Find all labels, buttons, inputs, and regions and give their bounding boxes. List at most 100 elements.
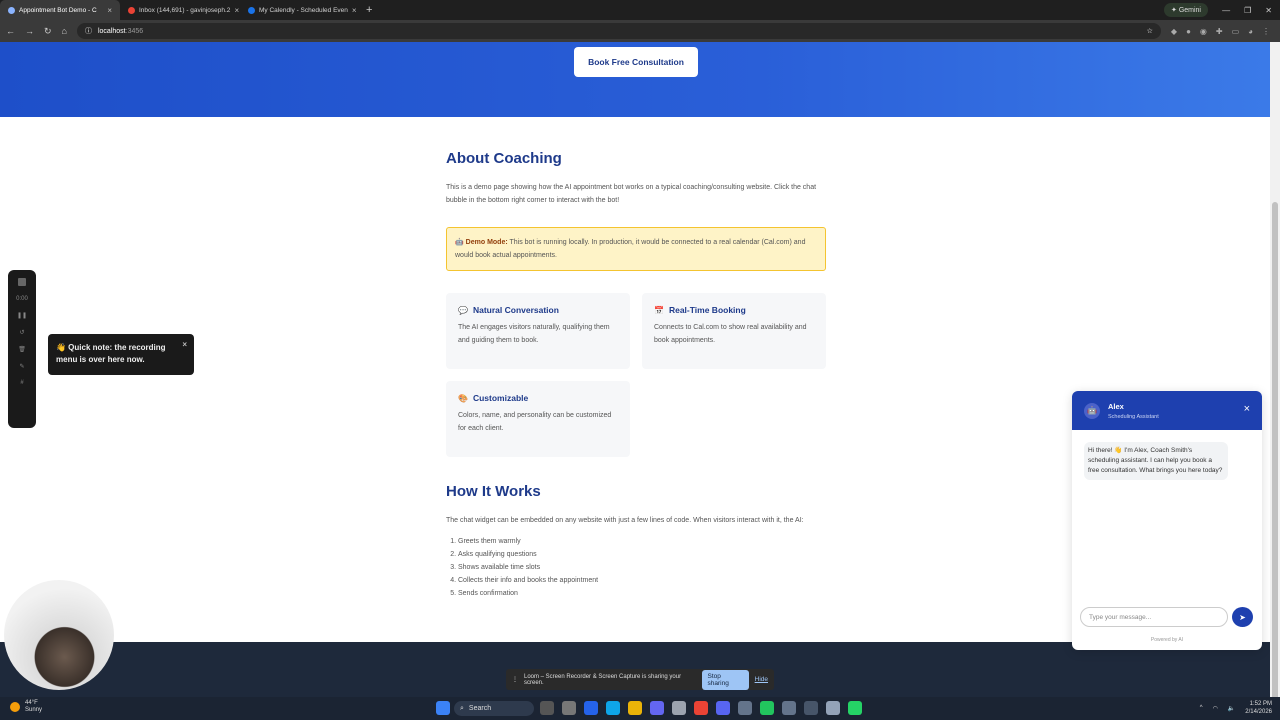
settings-icon[interactable]	[826, 701, 840, 715]
powered-by-label: Powered by AI	[1150, 637, 1184, 643]
maximize-icon[interactable]: ❐	[1244, 6, 1251, 15]
main-content: About Coaching This is a demo page showi…	[446, 150, 826, 600]
minimize-icon[interactable]: —	[1222, 6, 1230, 15]
sun-icon	[10, 702, 20, 712]
recording-tooltip: 👋 Quick note: the recording menu is over…	[48, 334, 194, 375]
demo-mode-text: This bot is running locally. In producti…	[455, 239, 806, 259]
recording-time: 0:00	[16, 296, 28, 302]
menu-icon[interactable]: ⋮	[1262, 27, 1270, 36]
discord-icon[interactable]	[716, 701, 730, 715]
chrome-icon[interactable]	[694, 701, 708, 715]
tab-appointment-bot[interactable]: Appointment Bot Demo - C ×	[0, 0, 120, 20]
robot-icon: 🤖	[455, 239, 464, 246]
tab-gmail[interactable]: Inbox (144,691) - gavinjoseph.2 ×	[120, 0, 240, 20]
whatsapp-icon[interactable]	[848, 701, 862, 715]
new-tab-button[interactable]: +	[360, 4, 378, 16]
feature-title: Real-Time Booking	[668, 305, 746, 315]
list-item: Shows available time slots	[458, 561, 826, 574]
volume-icon[interactable]: 🔈	[1228, 705, 1235, 712]
book-consultation-button[interactable]: Book Free Consultation	[574, 47, 698, 77]
grid-icon[interactable]: #	[20, 380, 23, 386]
url-port: :3456	[125, 27, 144, 35]
bookmark-star-icon[interactable]: ☆	[1147, 27, 1153, 35]
draw-icon[interactable]: ✎	[19, 363, 24, 370]
drag-handle-icon[interactable]: ⋮	[512, 676, 518, 683]
browser-tab-bar: Appointment Bot Demo - C × Inbox (144,69…	[0, 0, 1280, 20]
steps-list: Greets them warmly Asks qualifying quest…	[446, 535, 826, 600]
tooltip-close-icon[interactable]: ×	[182, 339, 187, 351]
webcam-bubble[interactable]	[4, 580, 114, 690]
window-controls: — ❐ ✕	[1222, 0, 1272, 20]
forward-icon[interactable]: →	[25, 26, 34, 36]
gmail-icon	[128, 6, 135, 14]
chevron-up-icon[interactable]: ^	[1200, 705, 1203, 711]
url-field[interactable]: ⓘ localhost:3456 ☆	[76, 23, 1161, 39]
tab-title: My Calendly - Scheduled Even	[259, 6, 348, 14]
app-icon[interactable]	[672, 701, 686, 715]
spotify-icon[interactable]	[760, 701, 774, 715]
calendly-icon	[248, 6, 255, 14]
reload-icon[interactable]: ↻	[44, 26, 52, 37]
clock[interactable]: 1:52 PM 2/14/2026	[1245, 700, 1272, 716]
windows-start-icon[interactable]	[436, 701, 450, 715]
hide-button[interactable]: Hide	[755, 676, 768, 683]
app-icon[interactable]	[782, 701, 796, 715]
gemini-button[interactable]: ✦ Gemini	[1164, 3, 1208, 17]
puzzle-icon[interactable]: ✚	[1216, 27, 1223, 36]
calendar-icon: 📅	[654, 305, 664, 315]
stop-sharing-button[interactable]: Stop sharing	[701, 669, 749, 690]
app-icon[interactable]	[738, 701, 752, 715]
pause-icon[interactable]: ❚❚	[17, 312, 27, 319]
weather-widget[interactable]: 44°F Sunny	[10, 700, 42, 714]
extension-icon[interactable]: ●	[1186, 27, 1191, 36]
chat-message-input[interactable]: Type your message...	[1080, 607, 1228, 627]
feature-text: Colors, name, and personality can be cus…	[458, 412, 612, 432]
extensions-area: ◆ ● ◉ ✚ ▭ ◕ ⋮	[1171, 27, 1274, 36]
sidepanel-icon[interactable]: ▭	[1232, 27, 1240, 36]
list-item: Collects their info and books the appoin…	[458, 574, 826, 587]
stop-recording-icon[interactable]	[18, 278, 26, 286]
hero-banner: Book Free Consultation	[0, 42, 1270, 117]
list-item: Greets them warmly	[458, 535, 826, 548]
scrollbar-thumb[interactable]	[1272, 202, 1278, 720]
app-icon[interactable]	[540, 701, 554, 715]
taskbar-search[interactable]: ⌕ Search	[454, 701, 534, 716]
app-icon[interactable]	[650, 701, 664, 715]
restart-icon[interactable]: ↺	[19, 329, 24, 336]
page-scrollbar[interactable]	[1270, 42, 1280, 720]
tab-title: Appointment Bot Demo - C	[19, 6, 97, 14]
feature-title: Customizable	[472, 393, 529, 403]
app-icon[interactable]	[804, 701, 818, 715]
extension-icon[interactable]: ◉	[1200, 27, 1207, 36]
bot-role: Scheduling Assistant	[1108, 413, 1159, 420]
about-heading: About Coaching	[446, 150, 562, 167]
app-icon[interactable]	[606, 701, 620, 715]
share-notice-text: Loom – Screen Recorder & Screen Capture …	[524, 673, 682, 686]
extension-icon[interactable]: ◆	[1171, 27, 1177, 36]
folder-icon[interactable]	[628, 701, 642, 715]
bot-name: Alex	[1108, 401, 1124, 411]
how-paragraph: The chat widget can be embedded on any w…	[446, 517, 804, 524]
tab-close-icon[interactable]: ×	[107, 6, 112, 15]
tab-calendly[interactable]: My Calendly - Scheduled Even ×	[240, 0, 360, 20]
back-icon[interactable]: ←	[6, 26, 15, 36]
tab-close-icon[interactable]: ×	[234, 6, 239, 15]
app-icon[interactable]	[584, 701, 598, 715]
chat-widget: 🤖 Alex Scheduling Assistant × Hi there! …	[1072, 391, 1262, 650]
list-item: Asks qualifying questions	[458, 548, 826, 561]
weather-temp: 44°F	[25, 700, 38, 706]
wifi-icon[interactable]: ◠	[1213, 705, 1218, 712]
tab-close-icon[interactable]: ×	[352, 6, 357, 15]
recording-panel: 0:00 ❚❚ ↺ 🗑 ✎ #	[8, 270, 36, 428]
profile-icon[interactable]: ◕	[1248, 27, 1253, 36]
feature-card: 🎨 Customizable Colors, name, and personal…	[446, 381, 630, 457]
delete-icon[interactable]: 🗑	[18, 346, 26, 353]
bot-avatar-icon: 🤖	[1084, 402, 1100, 419]
send-icon[interactable]: ➤	[1232, 607, 1253, 627]
chat-close-icon[interactable]: ×	[1244, 403, 1250, 415]
home-icon[interactable]: ⌂	[62, 26, 67, 36]
search-icon: ⌕	[460, 704, 464, 712]
app-icon[interactable]	[562, 701, 576, 715]
window-close-icon[interactable]: ✕	[1265, 6, 1272, 15]
site-info-icon[interactable]: ⓘ	[85, 26, 92, 36]
